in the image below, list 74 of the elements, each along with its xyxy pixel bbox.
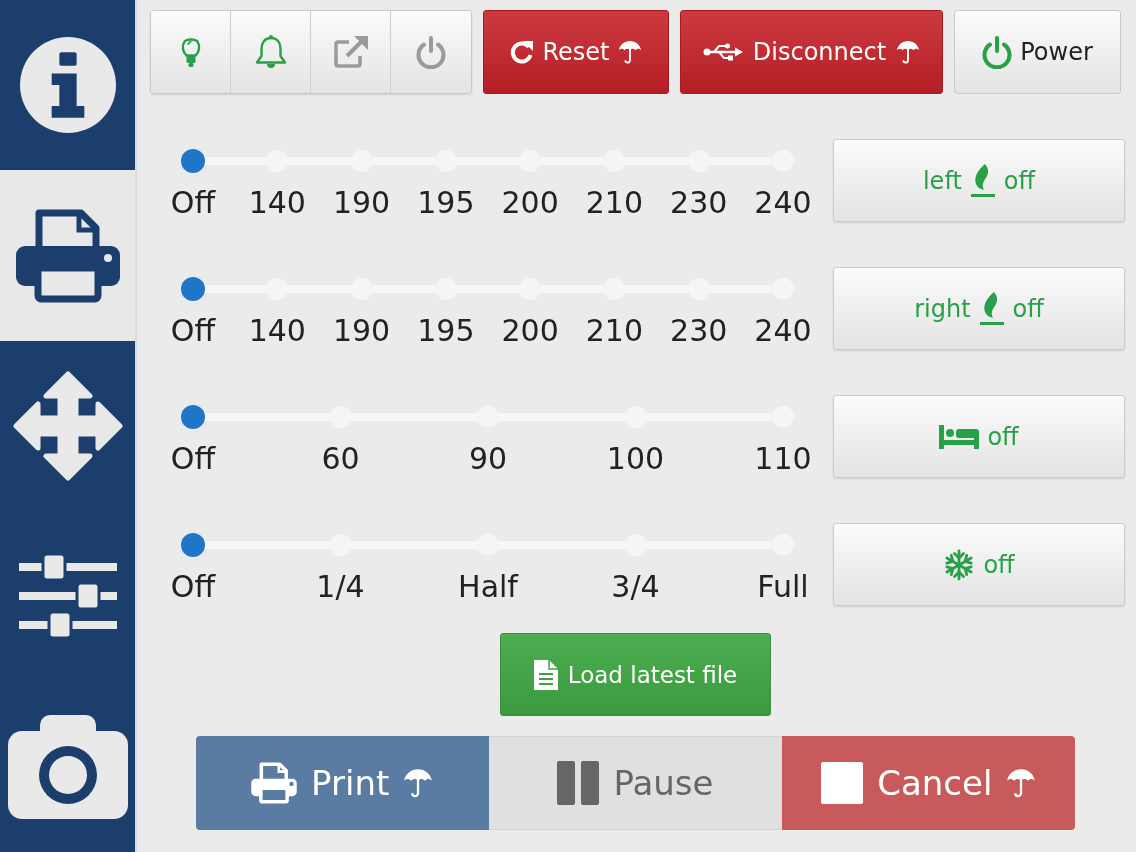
bell-button[interactable] — [231, 11, 311, 93]
slider-stop-label: Off — [170, 441, 216, 477]
slider-stop-label: 195 — [417, 313, 475, 349]
slider-stop-label: 90 — [468, 441, 508, 477]
info-icon — [19, 37, 116, 134]
slider-track[interactable] — [181, 276, 795, 302]
slider-thumb[interactable] — [181, 149, 205, 173]
bell-icon — [253, 34, 288, 70]
slider-stop-label: Off — [170, 185, 216, 221]
sidebar-tab[interactable] — [0, 170, 135, 341]
slider-stop-label: 3/4 — [611, 569, 660, 605]
external-link-icon — [332, 35, 369, 69]
power-icon — [416, 35, 446, 69]
slider-thumb[interactable] — [181, 277, 205, 301]
printer-icon — [251, 762, 298, 804]
slider-stop-label: 140 — [248, 185, 306, 221]
slider-stop-label: 140 — [248, 313, 306, 349]
umbrella-icon — [617, 39, 642, 65]
power-button[interactable]: Power — [954, 10, 1121, 94]
refresh-icon — [510, 40, 535, 64]
umbrella-icon — [403, 767, 434, 799]
print-button[interactable]: Print — [195, 736, 489, 830]
slider-stop-label: Off — [170, 569, 216, 605]
flame-icon — [978, 291, 1005, 326]
move-arrows-icon — [12, 371, 123, 481]
slider-stop-label: 200 — [501, 313, 559, 349]
slider-thumb[interactable] — [181, 405, 205, 429]
bed-icon — [939, 424, 980, 449]
lightbulb-icon — [180, 36, 201, 68]
reset-button[interactable]: Reset — [483, 10, 669, 94]
slider-track[interactable] — [181, 148, 795, 174]
slider-track[interactable] — [181, 404, 795, 430]
slider-stop-label: 230 — [670, 313, 728, 349]
power-toggle-button[interactable] — [391, 11, 471, 93]
slider-stop-label: 190 — [332, 185, 391, 221]
hotend-button[interactable]: left off — [833, 139, 1125, 222]
camera-icon — [7, 714, 128, 819]
slider-stop-label: Full — [757, 569, 809, 605]
hotend-button[interactable]: right off — [833, 267, 1125, 350]
external-link-button[interactable] — [311, 11, 391, 93]
cancel-button[interactable]: Cancel — [782, 736, 1076, 830]
flame-icon — [969, 163, 996, 198]
slider-stop-label: 210 — [585, 313, 644, 349]
pause-button[interactable]: Pause — [488, 736, 783, 830]
fan-button[interactable]: off — [833, 523, 1125, 606]
slider-stop-label: 190 — [332, 313, 391, 349]
slider-stop-label: 60 — [321, 441, 360, 477]
snowflake-icon — [943, 548, 976, 581]
power-icon — [982, 35, 1013, 69]
slider-stop-label: 210 — [585, 185, 644, 221]
slider-stop-label: 240 — [754, 185, 812, 221]
slider-stop-label: 230 — [670, 185, 728, 221]
slider-thumb[interactable] — [181, 533, 205, 557]
document-icon — [533, 659, 558, 690]
slider-stop-label: 240 — [754, 313, 812, 349]
pause-icon — [557, 761, 600, 805]
usb-icon — [702, 43, 743, 61]
lightbulb-button[interactable] — [151, 11, 231, 93]
load-file-button[interactable]: Load latest file — [500, 633, 771, 716]
disconnect-button[interactable]: Disconnect — [680, 10, 943, 94]
stop-icon — [821, 762, 864, 804]
slider-stop-label: 110 — [754, 441, 812, 477]
sliders-icon — [18, 553, 117, 640]
slider-stop-label: 1/4 — [316, 569, 365, 605]
slider-stop-label: 100 — [606, 441, 665, 477]
printer-icon — [15, 207, 120, 304]
slider-stop-label: 195 — [417, 185, 475, 221]
slider-stop-label: Half — [458, 569, 518, 605]
slider-track[interactable] — [181, 532, 795, 558]
umbrella-icon — [896, 39, 921, 65]
slider-stop-label: 200 — [501, 185, 559, 221]
slider-stop-label: Off — [170, 313, 216, 349]
umbrella-icon — [1006, 767, 1037, 799]
bed-button[interactable]: off — [833, 395, 1125, 478]
